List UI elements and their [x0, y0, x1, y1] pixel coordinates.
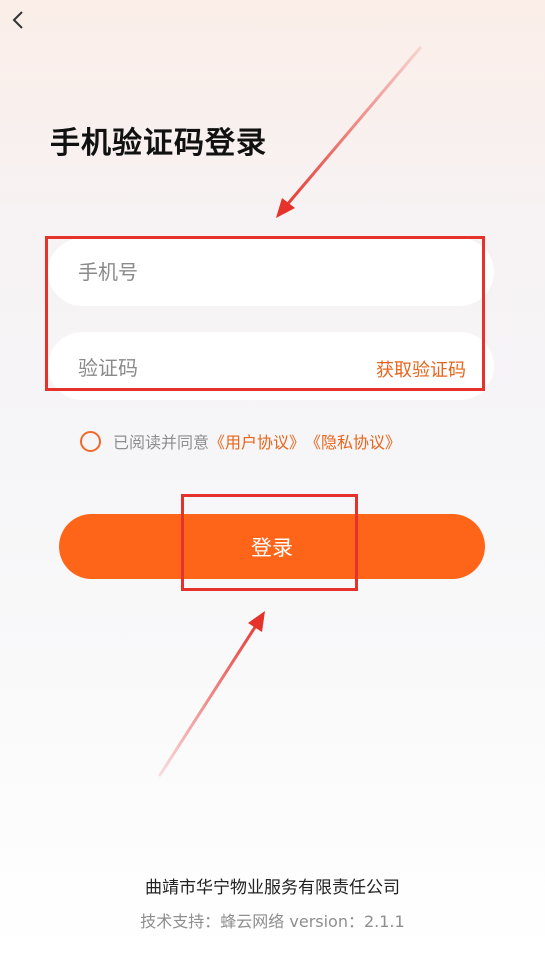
page-title: 手机验证码登录	[50, 126, 267, 161]
chevron-left-icon	[12, 11, 23, 29]
login-button[interactable]: 登录	[59, 514, 485, 579]
agree-radio[interactable]	[80, 430, 101, 452]
verification-code-input[interactable]	[78, 334, 358, 402]
phone-field	[48, 238, 494, 306]
verification-code-field: 获取验证码	[48, 332, 494, 402]
arrow-to-login	[158, 611, 265, 777]
phone-input[interactable]	[78, 238, 458, 306]
company-name: 曲靖市华宁物业服务有限责任公司	[145, 878, 400, 898]
user-agreement-link[interactable]: 《用户协议》	[209, 429, 305, 453]
back-button[interactable]	[4, 6, 32, 34]
agreement-row: 已阅读并同意 《用户协议》 《隐私协议》	[80, 428, 401, 454]
arrow-to-inputs	[276, 46, 422, 218]
agreement-text: 已阅读并同意	[113, 433, 210, 452]
tech-support-version: 技术支持：蜂云网络 version：2.1.1	[140, 912, 405, 931]
privacy-policy-link[interactable]: 《隐私协议》	[305, 429, 401, 453]
get-code-button[interactable]: 获取验证码	[376, 356, 466, 382]
